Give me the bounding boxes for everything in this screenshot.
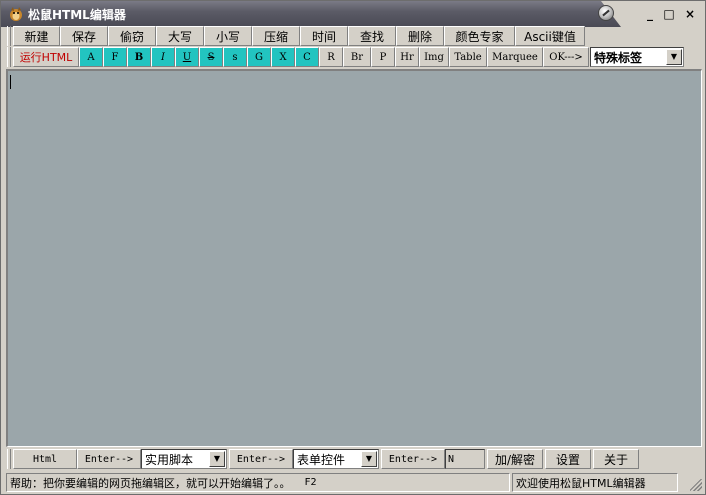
new-button[interactable]: 新建	[13, 26, 60, 46]
enter-scripts-button[interactable]: Enter-->	[77, 449, 141, 469]
tag-table-button[interactable]: Table	[449, 47, 487, 67]
resize-grip[interactable]	[690, 479, 702, 491]
chevron-down-icon[interactable]: ▼	[361, 451, 377, 467]
time-button[interactable]: 时间	[300, 26, 348, 46]
tag-p-button[interactable]: P	[371, 47, 395, 67]
tag-img-button[interactable]: Img	[419, 47, 449, 67]
welcome-text: 欢迎使用松鼠HTML编辑器	[516, 476, 646, 490]
toolbar-grip[interactable]	[7, 449, 11, 469]
help-key: F2	[304, 477, 317, 488]
about-button[interactable]: 关于	[593, 449, 639, 469]
scripts-value: 实用脚本	[145, 452, 194, 467]
format-center-button[interactable]: C	[295, 47, 319, 67]
help-text: 帮助：把你要编辑的网页拖编辑区，就可以开始编辑了。。	[10, 476, 291, 490]
tag-br-button[interactable]: Br	[343, 47, 371, 67]
status-bar: 帮助：把你要编辑的网页拖编辑区，就可以开始编辑了。。 F2 欢迎使用松鼠HTML…	[6, 473, 678, 492]
format-underline-button[interactable]: U	[175, 47, 199, 67]
n-input[interactable]: N	[445, 449, 485, 469]
tag-marquee-button[interactable]: Marquee	[487, 47, 543, 67]
bottom-toolbar: Html Enter--> 实用脚本 ▼ Enter--> 表单控件 ▼ Ent…	[7, 449, 639, 469]
format-strike-button[interactable]: S	[199, 47, 223, 67]
encrypt-decrypt-button[interactable]: 加/解密	[487, 449, 543, 469]
compress-button[interactable]: 压缩	[252, 26, 300, 46]
form-controls-value: 表单控件	[297, 452, 346, 467]
find-button[interactable]: 查找	[348, 26, 396, 46]
app-window: 松鼠HTML编辑器 _ □ × 新建 保存 偷窃 大写 小写 压缩 时间 查找 …	[0, 0, 706, 495]
maximize-button[interactable]: □	[660, 6, 678, 22]
chevron-down-icon[interactable]: ▼	[666, 49, 682, 65]
format-bold-button[interactable]: B	[127, 47, 151, 67]
color-expert-button[interactable]: 颜色专家	[444, 26, 515, 46]
lowercase-button[interactable]: 小写	[204, 26, 252, 46]
save-button[interactable]: 保存	[60, 26, 108, 46]
scripts-dropdown[interactable]: 实用脚本 ▼	[141, 449, 227, 469]
help-panel: 帮助：把你要编辑的网页拖编辑区，就可以开始编辑了。。 F2	[6, 473, 510, 492]
squirrel-app-icon	[10, 7, 22, 21]
special-tags-dropdown[interactable]: 特殊标签 ▼	[590, 47, 684, 67]
steal-button[interactable]: 偷窃	[108, 26, 156, 46]
ascii-keycode-button[interactable]: Ascii键值	[515, 26, 585, 46]
format-g-button[interactable]: G	[247, 47, 271, 67]
toolbar-grip[interactable]	[7, 26, 11, 46]
welcome-panel: 欢迎使用松鼠HTML编辑器	[512, 473, 678, 492]
enter-form-button[interactable]: Enter-->	[229, 449, 293, 469]
menu-bar: 新建 保存 偷窃 大写 小写 压缩 时间 查找 删除 颜色专家 Ascii键值	[7, 26, 585, 46]
tag-toolbar: 运行HTML A F B I U S s G X C R Br P Hr Img…	[7, 47, 684, 67]
close-button[interactable]: ×	[681, 6, 699, 22]
ok-button[interactable]: OK--->	[543, 47, 589, 67]
tag-hr-button[interactable]: Hr	[395, 47, 419, 67]
minimize-button[interactable]: _	[641, 6, 659, 22]
settings-button[interactable]: 设置	[545, 449, 591, 469]
special-tags-value: 特殊标签	[594, 50, 643, 65]
toolbar-grip[interactable]	[7, 47, 11, 67]
format-a-button[interactable]: A	[79, 47, 103, 67]
format-small-button[interactable]: s	[223, 47, 247, 67]
html-button[interactable]: Html	[13, 449, 77, 469]
form-controls-dropdown[interactable]: 表单控件 ▼	[293, 449, 379, 469]
tag-r-button[interactable]: R	[319, 47, 343, 67]
chevron-down-icon[interactable]: ▼	[209, 451, 225, 467]
html-editor-area[interactable]	[6, 69, 702, 447]
skin-toggle-icon[interactable]	[598, 5, 614, 21]
format-italic-button[interactable]: I	[151, 47, 175, 67]
delete-button[interactable]: 删除	[396, 26, 444, 46]
window-title: 松鼠HTML编辑器	[28, 8, 126, 22]
uppercase-button[interactable]: 大写	[156, 26, 204, 46]
format-x-button[interactable]: X	[271, 47, 295, 67]
format-font-button[interactable]: F	[103, 47, 127, 67]
run-html-button[interactable]: 运行HTML	[13, 47, 79, 67]
enter-n-button[interactable]: Enter-->	[381, 449, 445, 469]
text-caret	[10, 75, 11, 89]
title-bar[interactable]: 松鼠HTML编辑器 _ □ ×	[1, 1, 705, 27]
